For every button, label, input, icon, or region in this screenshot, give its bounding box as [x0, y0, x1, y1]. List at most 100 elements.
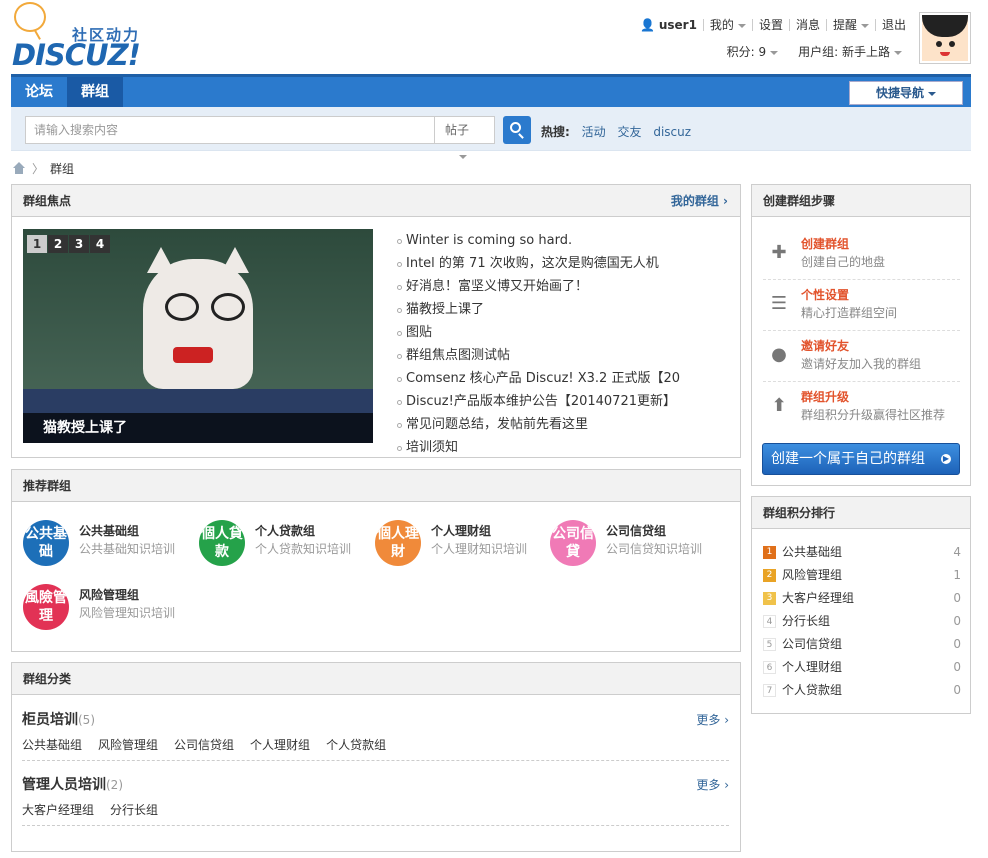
step-title[interactable]: 创建群组 — [801, 235, 849, 252]
rank-group-name[interactable]: 分行长组 — [782, 610, 830, 633]
rank-number: 1 — [763, 546, 776, 559]
group-name[interactable]: 个人贷款组 — [255, 522, 315, 539]
step-title[interactable]: 群组升级 — [801, 388, 849, 405]
panel-title: 群组积分排行 — [752, 497, 970, 529]
rank-group-name[interactable]: 个人贷款组 — [782, 679, 842, 702]
step-title[interactable]: 个性设置 — [801, 286, 849, 303]
menu-messages[interactable]: 消息 — [788, 19, 826, 31]
rank-group-name[interactable]: 大客户经理组 — [782, 587, 854, 610]
search-button[interactable] — [503, 116, 531, 144]
group-card[interactable]: 公共基础 公共基础组 公共基础知识培训 — [23, 520, 193, 570]
tab-forum[interactable]: 论坛 — [11, 77, 67, 107]
user-points[interactable]: 积分: 9 — [717, 43, 789, 60]
list-item[interactable]: Discuz!产品版本维护公告【20140721更新】 — [397, 390, 727, 413]
search-type-select[interactable]: 帖子 — [434, 116, 495, 159]
user-group[interactable]: 用户组: 新手上路 — [788, 43, 912, 60]
ranking-row[interactable]: 1 公共基础组 4 — [763, 541, 961, 564]
search-input[interactable]: 请输入搜索内容 — [25, 116, 435, 144]
group-name[interactable]: 公司信贷组 — [606, 522, 666, 539]
slide-page[interactable]: 4 — [90, 235, 110, 253]
category-title[interactable]: 柜员培训(5) — [22, 709, 95, 729]
menu-settings[interactable]: 设置 — [751, 19, 789, 31]
rank-number: 6 — [763, 661, 776, 674]
step-desc: 创建自己的地盘 — [801, 255, 886, 269]
discuz-logo[interactable]: 社区动力 DISCUZ! — [12, 2, 152, 72]
rank-number: 2 — [763, 569, 776, 582]
quick-nav-button[interactable]: 快捷导航 — [849, 81, 963, 105]
menu-my[interactable]: 我的 — [702, 19, 752, 31]
rank-score: 0 — [953, 591, 961, 605]
group-card[interactable]: 個人貸款 个人贷款组 个人贷款知识培训 — [199, 520, 369, 570]
category-link[interactable]: 个人理财组 — [250, 736, 310, 753]
more-link[interactable]: 更多 › — [696, 776, 729, 793]
ranking-row[interactable]: 7 个人贷款组 0 — [763, 679, 961, 702]
slide-page[interactable]: 1 — [27, 235, 47, 253]
menu-logout[interactable]: 退出 — [874, 19, 912, 31]
hot-search-link[interactable]: 活动 — [582, 125, 606, 139]
group-card[interactable]: 風險管理 风险管理组 风险管理知识培训 — [23, 584, 193, 634]
ranking-row[interactable]: 6 个人理财组 0 — [763, 656, 961, 679]
step-title[interactable]: 邀请好友 — [801, 337, 849, 354]
list-item[interactable]: 群组焦点图测试帖 — [397, 344, 727, 367]
focus-slideshow[interactable]: 1 2 3 4 猫教授上课了 — [23, 229, 373, 443]
hot-search-link[interactable]: 交友 — [617, 125, 641, 139]
rank-group-name[interactable]: 公司信贷组 — [782, 633, 842, 656]
category-link[interactable]: 分行长组 — [110, 801, 158, 818]
list-item[interactable]: Intel 的第 71 次收购，这次是购德国无人机 — [397, 252, 727, 275]
step-item: ✚ 创建群组 创建自己的地盘 — [763, 229, 960, 280]
group-name[interactable]: 公共基础组 — [79, 522, 139, 539]
list-item[interactable]: 猫教授上课了 — [397, 298, 727, 321]
rank-score: 0 — [953, 614, 961, 628]
group-card[interactable]: 個人理財 个人理财组 个人理财知识培训 — [375, 520, 545, 570]
category-link[interactable]: 大客户经理组 — [22, 801, 94, 818]
breadcrumb-current: 群组 — [50, 161, 75, 176]
group-icon: 公司信貸 — [550, 520, 596, 566]
home-icon[interactable] — [12, 162, 26, 174]
step-desc: 群组积分升级赢得社区推荐 — [801, 408, 946, 422]
hot-searches: 热搜: 活动 交友 discuz — [541, 125, 692, 139]
ranking-row[interactable]: 3 大客户经理组 0 — [763, 587, 961, 610]
slide-page[interactable]: 3 — [69, 235, 89, 253]
category-link[interactable]: 公司信贷组 — [174, 736, 234, 753]
logo-text: DISCUZ! — [12, 38, 141, 72]
user-icon: ● — [771, 344, 787, 365]
hot-search-link[interactable]: discuz — [653, 125, 691, 139]
list-item[interactable]: Comsenz 核心产品 Discuz! X3.2 正式版【20 — [397, 367, 727, 390]
menu-notifications[interactable]: 提醒 — [825, 19, 875, 31]
group-name[interactable]: 个人理财组 — [431, 522, 491, 539]
rank-group-name[interactable]: 风险管理组 — [782, 564, 842, 587]
slide-caption[interactable]: 猫教授上课了 — [23, 413, 373, 443]
list-item[interactable]: 好消息！富坚义博又开始画了！ — [397, 275, 727, 298]
panel-title: 群组焦点 — [23, 194, 72, 208]
list-item[interactable]: 培训须知 — [397, 436, 727, 459]
group-desc: 公共基础知识培训 — [79, 542, 176, 556]
list-item[interactable]: 常见问题总结，发帖前先看这里 — [397, 413, 727, 436]
group-icon: 風險管理 — [23, 584, 69, 630]
list-item[interactable]: Winter is coming so hard. — [397, 229, 727, 252]
category-link[interactable]: 风险管理组 — [98, 736, 158, 753]
username[interactable]: 👤 user1 — [634, 19, 703, 31]
step-desc: 精心打造群组空间 — [801, 306, 898, 320]
category-link[interactable]: 公共基础组 — [22, 736, 82, 753]
list-item[interactable]: 图贴 — [397, 321, 727, 344]
create-group-button[interactable]: 创建一个属于自己的群组 ▶ — [762, 443, 960, 475]
tab-group[interactable]: 群组 — [67, 77, 123, 107]
ranking-row[interactable]: 2 风险管理组 1 — [763, 564, 961, 587]
rank-group-name[interactable]: 个人理财组 — [782, 656, 842, 679]
step-item: ● 邀请好友 邀请好友加入我的群组 — [763, 331, 960, 382]
rank-group-name[interactable]: 公共基础组 — [782, 541, 842, 564]
category-link[interactable]: 个人贷款组 — [326, 736, 386, 753]
rank-score: 0 — [953, 660, 961, 674]
group-name[interactable]: 风险管理组 — [79, 586, 139, 603]
avatar[interactable] — [919, 12, 971, 64]
ranking-row[interactable]: 5 公司信贷组 0 — [763, 633, 961, 656]
category-title[interactable]: 管理人员培训(2) — [22, 774, 123, 794]
group-card[interactable]: 公司信貸 公司信贷组 公司信贷知识培训 — [550, 520, 720, 570]
ranking-row[interactable]: 4 分行长组 0 — [763, 610, 961, 633]
group-icon: 個人理財 — [375, 520, 421, 566]
slide-pager: 1 2 3 4 — [27, 235, 111, 253]
my-groups-link[interactable]: 我的群组 › — [671, 185, 728, 217]
more-link[interactable]: 更多 › — [696, 711, 729, 728]
slide-page[interactable]: 2 — [48, 235, 68, 253]
user-stats: 积分: 9 用户组: 新手上路 — [717, 43, 912, 60]
